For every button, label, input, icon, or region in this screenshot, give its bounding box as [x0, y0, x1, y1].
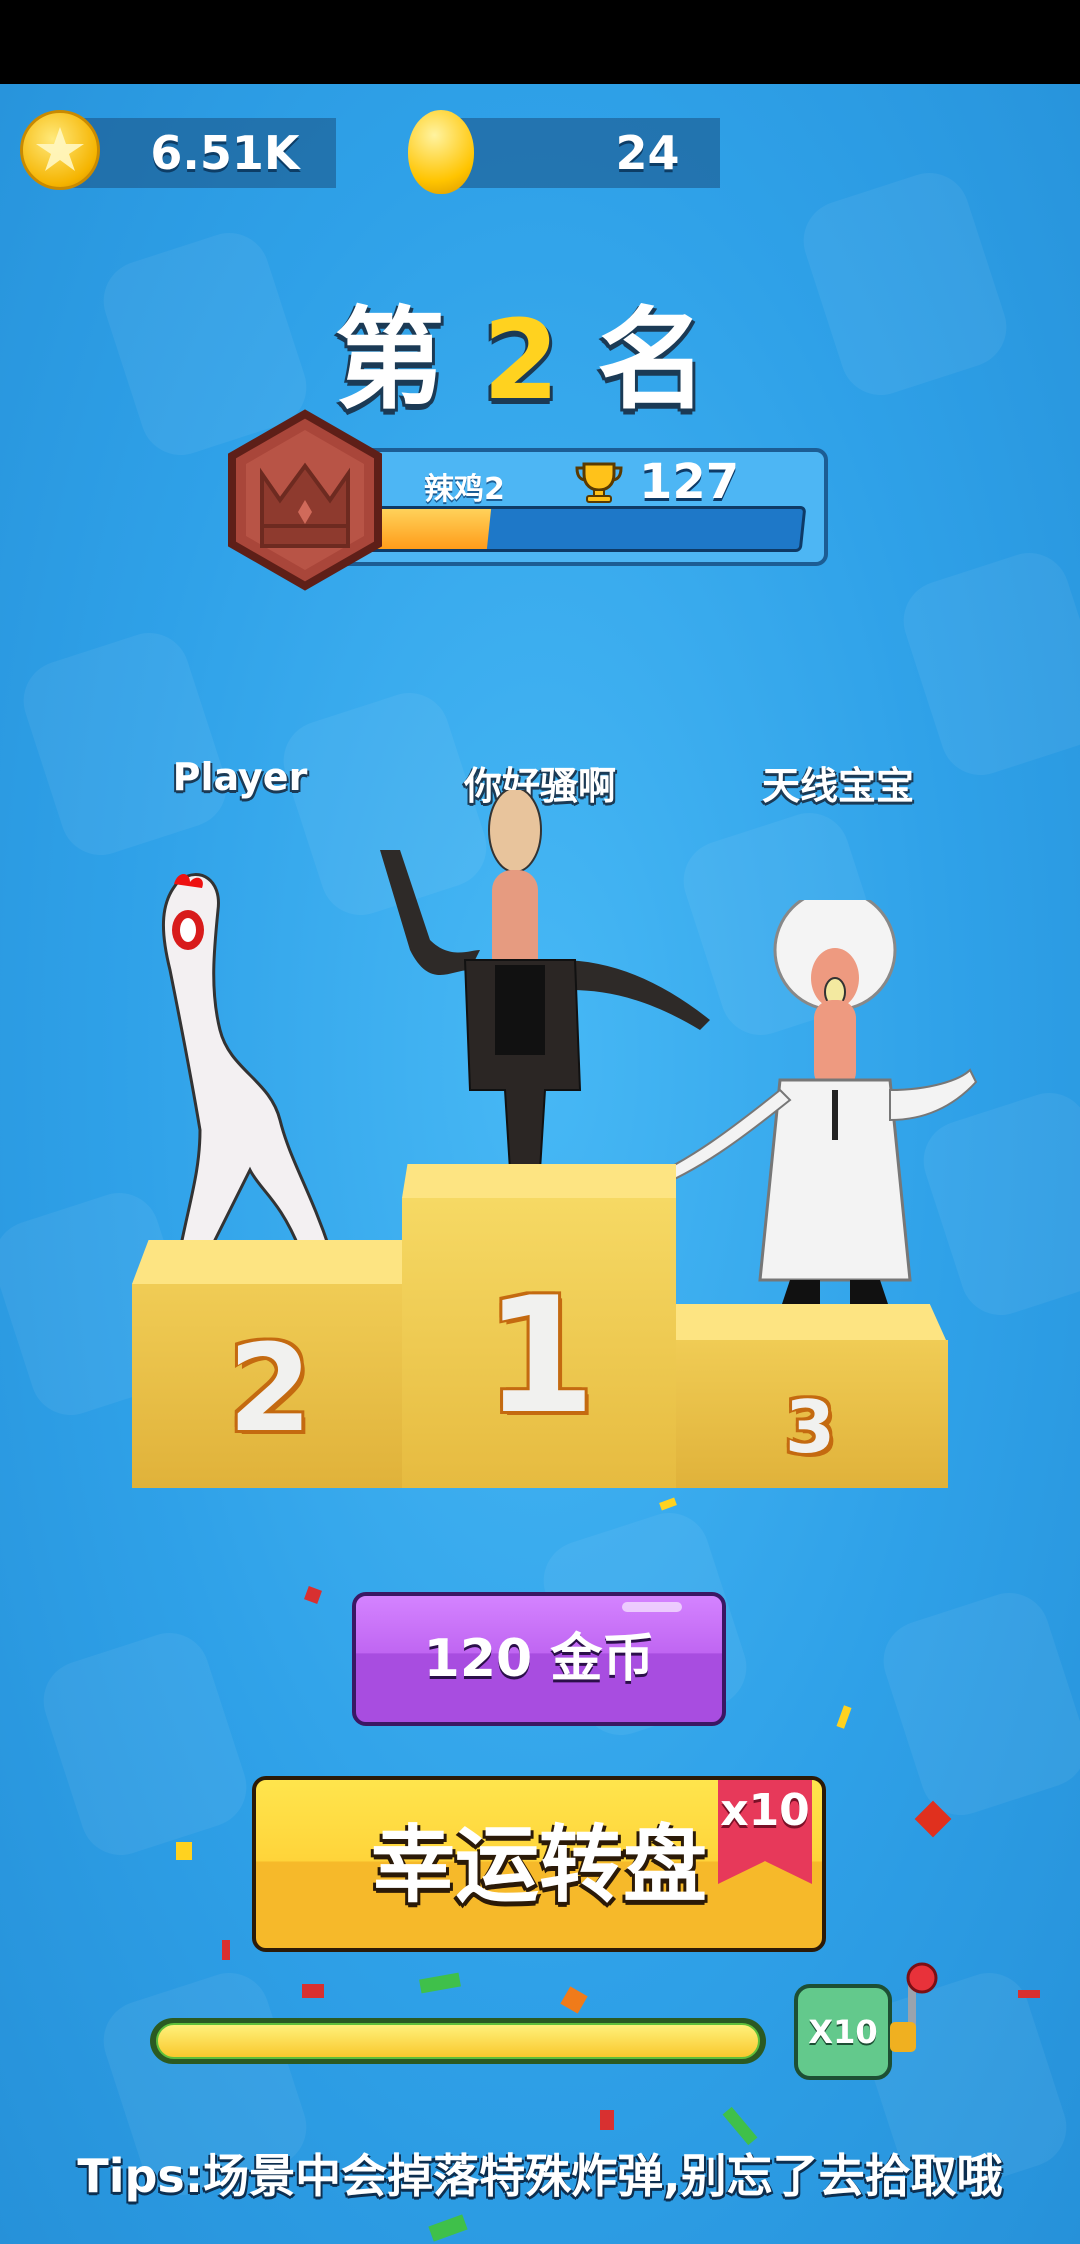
gold-coin-icon [20, 110, 100, 190]
confetti [302, 1984, 324, 1998]
confetti [600, 2110, 614, 2130]
level-progress-bar [349, 506, 807, 552]
confetti [222, 1940, 230, 1960]
claim-coins-button[interactable]: 120 金币 [352, 1592, 726, 1726]
rank-badge-icon [228, 409, 382, 591]
rank-title-right: 名 [597, 296, 746, 424]
player-name-second: Player [172, 755, 308, 799]
level-panel: 辣鸡2 127 [330, 448, 828, 566]
podium-first-top [402, 1164, 676, 1198]
egg-amount: 24 [615, 126, 680, 180]
tips-text: Tips:场景中会掉落特殊炸弹,别忘了去拾取哦 [77, 2149, 1003, 2203]
trophy-count: 127 [639, 454, 740, 510]
rank-title-left: 第 [334, 296, 483, 424]
level-name: 辣鸡2 [424, 472, 505, 507]
podium-label-first: 1 [484, 1262, 596, 1449]
x10-ribbon-label: x10 [720, 1785, 810, 1836]
gold-amount: 6.51K [150, 126, 300, 180]
podium-third-top [676, 1304, 946, 1340]
podium-second-top [132, 1240, 408, 1284]
confetti [1018, 1990, 1040, 1998]
golden-egg-icon [408, 110, 474, 194]
spin-progress-fill [156, 2023, 760, 2059]
x10-slot-button[interactable]: X10 [794, 1984, 892, 2080]
button-shine [622, 1602, 682, 1612]
rank-number: 2 [482, 296, 598, 424]
spin-progress-bar [150, 2018, 766, 2064]
scientist-character [642, 900, 978, 1310]
status-bar [0, 0, 1080, 84]
confetti [176, 1842, 192, 1860]
chicken-character [161, 873, 350, 1254]
podium-label-third: 3 [784, 1385, 836, 1469]
trophy-icon [575, 462, 623, 503]
podium-label-second: 2 [228, 1320, 312, 1459]
slot-lever-icon[interactable] [888, 1960, 942, 2070]
rank-title: 第2名 [0, 270, 1080, 430]
